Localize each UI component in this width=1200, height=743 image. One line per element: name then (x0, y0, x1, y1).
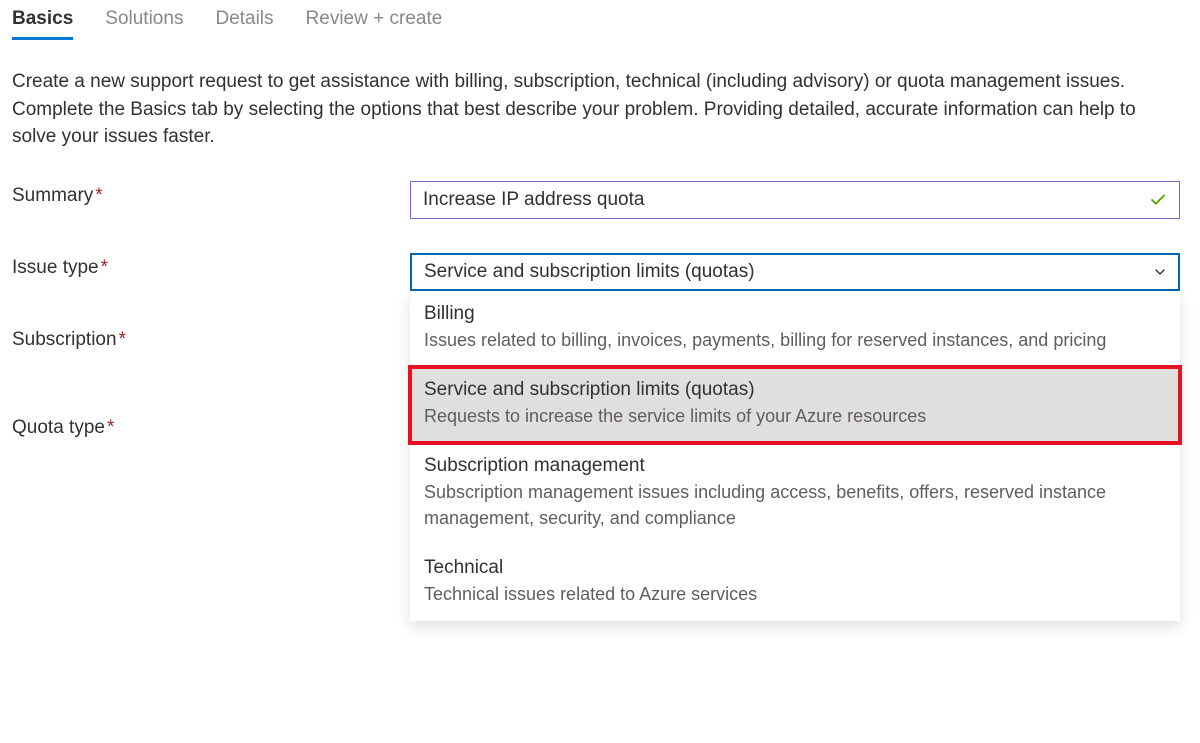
issue-type-value: Service and subscription limits (quotas) (424, 261, 1152, 283)
option-technical[interactable]: Technical Technical issues related to Az… (410, 545, 1180, 621)
option-title: Technical (424, 557, 1166, 579)
label-subscription-text: Subscription (12, 329, 117, 350)
option-desc: Requests to increase the service limits … (424, 403, 1166, 429)
row-summary: Summary* Increase IP address quota (12, 181, 1188, 219)
option-desc: Subscription management issues including… (424, 479, 1166, 531)
option-title: Billing (424, 303, 1166, 325)
intro-paragraph-1: Create a new support request to get assi… (12, 68, 1182, 96)
form: Summary* Increase IP address quota Issue… (12, 181, 1188, 439)
issue-type-dropdown: Billing Issues related to billing, invoi… (410, 291, 1180, 621)
option-billing[interactable]: Billing Issues related to billing, invoi… (410, 291, 1180, 367)
required-icon: * (107, 417, 114, 438)
tab-bar: Basics Solutions Details Review + create (12, 0, 1188, 40)
option-desc: Issues related to billing, invoices, pay… (424, 327, 1166, 353)
label-quota-type-text: Quota type (12, 417, 105, 438)
required-icon: * (95, 185, 102, 206)
intro-paragraph-2: Complete the Basics tab by selecting the… (12, 96, 1182, 151)
required-icon: * (119, 329, 126, 350)
summary-input[interactable]: Increase IP address quota (410, 181, 1180, 219)
label-quota-type: Quota type* (12, 413, 410, 439)
tab-solutions[interactable]: Solutions (105, 8, 183, 40)
chevron-down-icon (1152, 264, 1168, 280)
label-summary: Summary* (12, 181, 410, 207)
row-issue-type: Issue type* Service and subscription lim… (12, 253, 1188, 291)
label-summary-text: Summary (12, 185, 93, 206)
required-icon: * (101, 257, 108, 278)
intro-text: Create a new support request to get assi… (12, 68, 1182, 151)
tab-details[interactable]: Details (215, 8, 273, 40)
option-title: Service and subscription limits (quotas) (424, 379, 1166, 401)
option-desc: Technical issues related to Azure servic… (424, 581, 1166, 607)
option-subscription-management[interactable]: Subscription management Subscription man… (410, 443, 1180, 545)
option-title: Subscription management (424, 455, 1166, 477)
issue-type-select[interactable]: Service and subscription limits (quotas) (410, 253, 1180, 291)
check-icon (1149, 191, 1167, 209)
summary-value: Increase IP address quota (423, 189, 1149, 211)
tab-basics[interactable]: Basics (12, 8, 73, 40)
label-subscription: Subscription* (12, 325, 410, 351)
label-issue-type: Issue type* (12, 253, 410, 279)
label-issue-type-text: Issue type (12, 257, 99, 278)
option-service-subscription-limits[interactable]: Service and subscription limits (quotas)… (410, 367, 1180, 443)
tab-review-create[interactable]: Review + create (306, 8, 443, 40)
